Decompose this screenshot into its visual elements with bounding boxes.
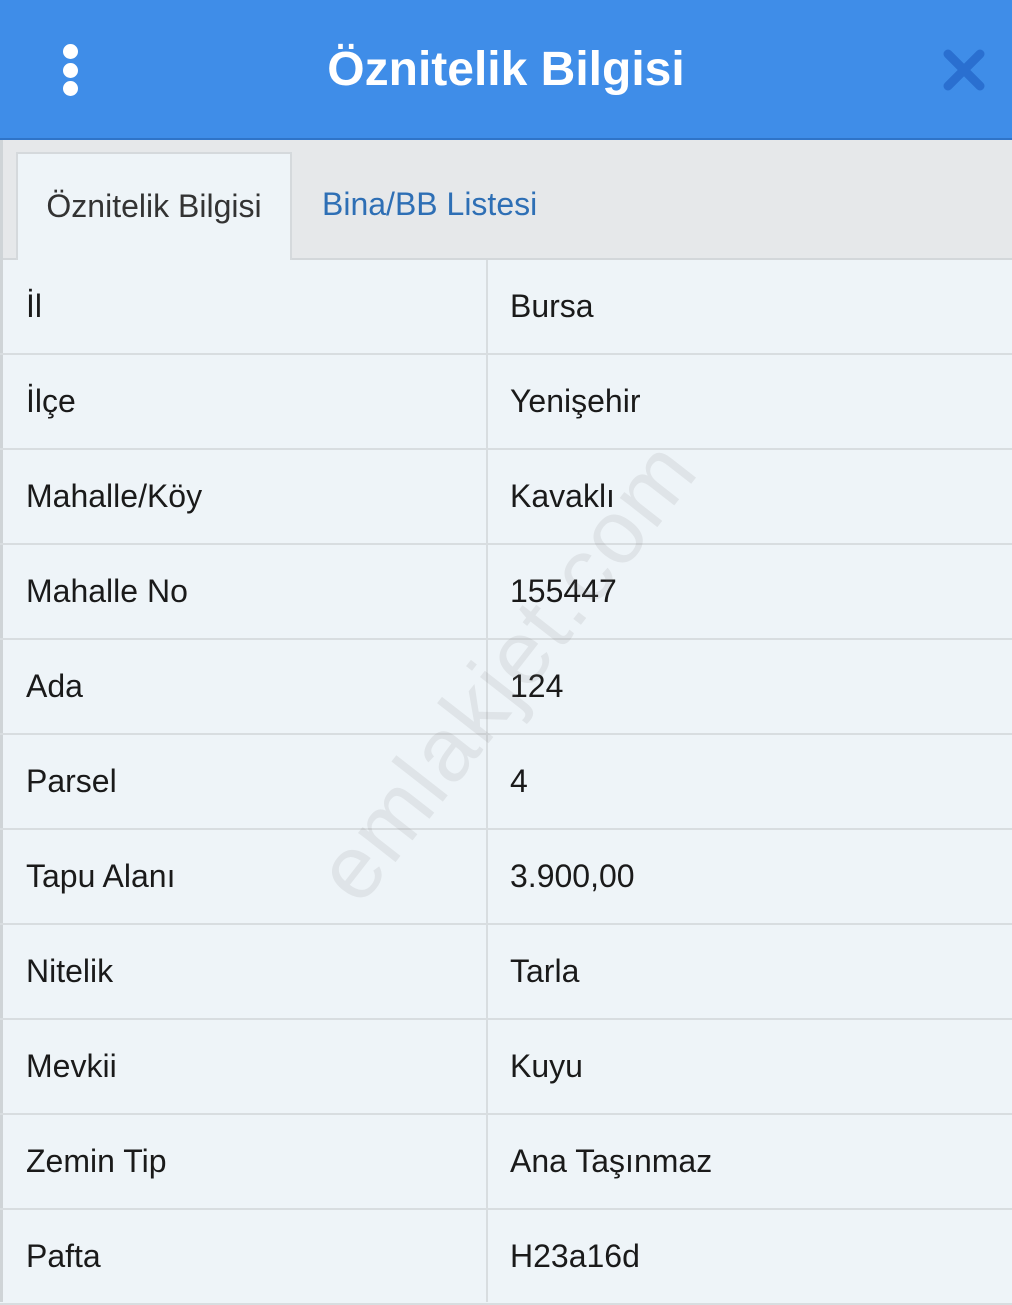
row-key: Mahalle No <box>26 573 188 609</box>
table-row: İlçe Yenişehir <box>0 355 1012 450</box>
table-row: Mevkii Kuyu <box>0 1020 1012 1115</box>
row-value: 3.900,00 <box>510 858 635 894</box>
tab-bar: Öznitelik Bilgisi Bina/BB Listesi <box>0 140 1012 260</box>
page-title: Öznitelik Bilgisi <box>327 43 685 96</box>
row-value: 4 <box>510 763 528 799</box>
table-row: Zemin Tip Ana Taşınmaz <box>0 1115 1012 1210</box>
row-key: Mevkii <box>26 1048 117 1084</box>
table-row: Mahalle/Köy Kavaklı <box>0 450 1012 545</box>
table-row: Mahalle No 155447 <box>0 545 1012 640</box>
row-value: Tarla <box>510 953 580 989</box>
row-key: Tapu Alanı <box>26 858 176 894</box>
row-key: Nitelik <box>26 953 114 989</box>
row-key: İlçe <box>26 383 76 419</box>
table-row: Pafta H23a16d <box>0 1210 1012 1305</box>
row-value: Bursa <box>510 288 594 324</box>
close-button[interactable] <box>940 46 988 94</box>
row-key: İl <box>26 288 42 324</box>
row-key: Zemin Tip <box>26 1143 167 1179</box>
tab-bina-bb-listesi[interactable]: Bina/BB Listesi <box>322 152 537 260</box>
row-key: Pafta <box>26 1238 101 1274</box>
column-divider <box>486 260 488 1302</box>
row-value: Kuyu <box>510 1048 583 1084</box>
row-value: Yenişehir <box>510 383 641 419</box>
row-key: Parsel <box>26 763 117 799</box>
row-value: Ana Taşınmaz <box>510 1143 713 1179</box>
row-value: 155447 <box>510 573 617 609</box>
row-value: 124 <box>510 668 564 704</box>
row-key: Mahalle/Köy <box>26 478 203 514</box>
table-row: Tapu Alanı 3.900,00 <box>0 830 1012 925</box>
attribute-table: İl Bursa İlçe Yenişehir Mahalle/Köy Kava… <box>0 260 1012 1305</box>
table-row: Ada 124 <box>0 640 1012 735</box>
row-value: Kavaklı <box>510 478 615 514</box>
table-row: İl Bursa <box>0 260 1012 355</box>
table-row: Nitelik Tarla <box>0 925 1012 1020</box>
table-row: Parsel 4 <box>0 735 1012 830</box>
tab-oznitelik-bilgisi[interactable]: Öznitelik Bilgisi <box>16 152 292 260</box>
row-key: Ada <box>26 668 83 704</box>
row-value: H23a16d <box>510 1238 640 1274</box>
close-icon <box>943 49 985 91</box>
app-header: Öznitelik Bilgisi <box>0 0 1012 140</box>
